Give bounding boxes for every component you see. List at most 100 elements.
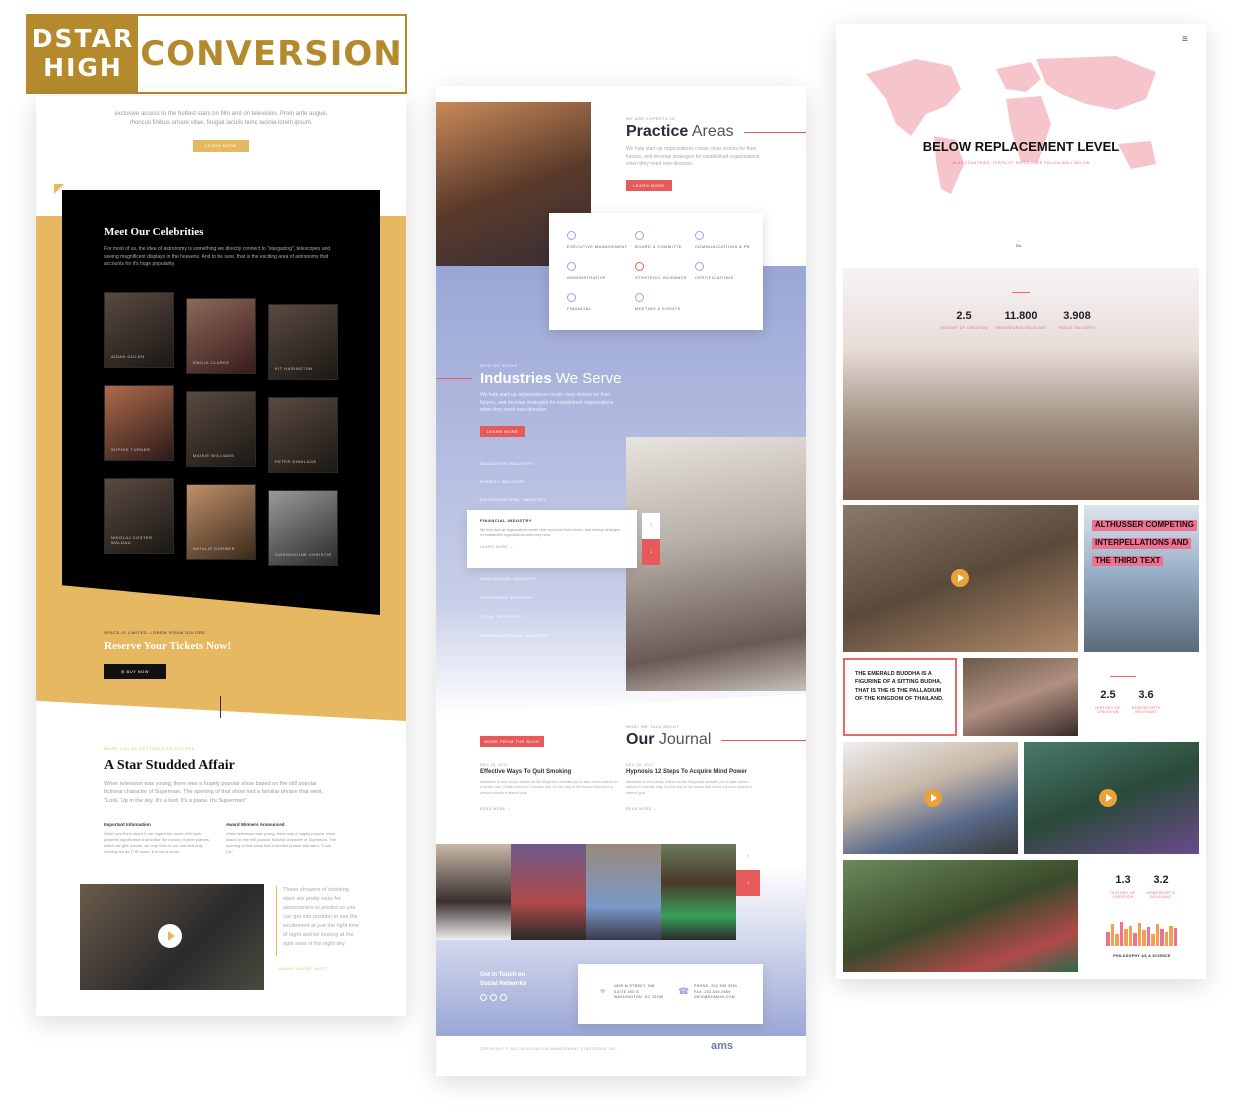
linkedin-icon[interactable] [500,994,507,1001]
area-certifications[interactable]: CERTIFICATIONS [695,262,734,280]
facebook-icon[interactable] [480,994,487,1001]
journal-label: WHAT WE TALK ABOUT [626,724,680,729]
celebrity-card[interactable]: EMILIA CLARKE [186,298,256,374]
industry-energy[interactable]: ENERGY INDUSTRY [480,479,526,484]
quote-text: THE EMERALD BUDDHA IS A FIGURINE OF A SI… [855,671,944,702]
celebrity-card[interactable]: PETER DINKLAGE [268,397,338,473]
area-meeting-events[interactable]: MEETING & EVENTS [635,293,681,311]
industry-healthcare[interactable]: HEALTHCARE INDUSTRY [480,576,538,581]
slider-up-button[interactable]: ↑ [642,513,660,539]
mini-bar [1142,930,1146,946]
industries-learn-more-button[interactable]: LEARN MORE [480,426,525,437]
woman-portrait-photo [963,658,1078,736]
reserve-tickets-title: Reserve Your Tickets Now! [104,640,231,652]
area-board-committe[interactable]: BOARD & COMMITTE [635,231,682,249]
post-2-read-more[interactable]: READ MORE → [626,807,657,811]
mini-bar [1106,931,1110,946]
quote-bar [276,886,277,956]
celebrity-card[interactable]: GWENDOLINE CHRISTIE [268,490,338,566]
celebrity-card[interactable]: NIKOLAJ COSTER WALDAU [104,478,174,554]
post-1-title[interactable]: Effective Ways To Quit Smoking [480,769,571,775]
team-photo-1 [436,844,511,940]
more-from-blog-button[interactable]: MORE FROM THE BLOG [480,736,544,747]
post-2-title[interactable]: Hypnosis 12 Steps To Acquire Mind Power [626,769,747,775]
email-line[interactable]: INFO@DOMAIN.COM [694,995,737,1001]
philosophy-label: PHILOSOPHY AS A SCIENCE [1113,954,1171,958]
play-icon[interactable] [924,789,942,807]
divider-line [220,696,221,718]
team-photo-2 [511,844,586,940]
post-1-date: DEC 18, 2017 [480,763,508,767]
area-label: CERTIFICATIONS [695,275,734,280]
industry-legal[interactable]: LEGAL INDUSTRY [480,614,521,619]
buy-now-button[interactable]: ◎ BUY NOW [104,664,166,679]
team-next-button[interactable]: ↓ [736,870,760,896]
circle-icon [635,262,644,271]
circle-icon [695,231,704,240]
circle-icon [567,262,576,271]
play-icon[interactable] [951,569,969,587]
space-limited-text: SPACE IS LIMITED. LOREM IPSUM DOLORE. [104,630,207,635]
area-strategic-guidance[interactable]: STRATEGIC GUIDANCE [635,262,687,280]
celebrity-card[interactable]: MAISIE WILLIAMS [186,391,256,467]
mini-bar [1137,923,1141,946]
phone-block: PHONE: 202.590.3391 FAX: 202.530.0659 IN… [694,984,737,1001]
journal-title: Our Journal [626,731,711,749]
area-financial[interactable]: FINANCIAL [567,293,592,311]
circle-icon [567,231,576,240]
social-icons [480,994,507,1001]
slider-down-button[interactable]: ↓ [642,539,660,565]
celebrity-card[interactable]: SOPHIE TURNER [104,385,174,461]
address-line-3: WASHINGTON, DC 20036 [614,995,664,1000]
industry-pharmaceutical[interactable]: PHARMACEUTICAL INDUSTRY [480,633,550,638]
industry-environmental[interactable]: ENVIRONMENTAL INDUSTRY [480,497,547,502]
industry-education[interactable]: EDUCATION INDUSTRY [480,461,534,466]
stats-rule [1012,292,1030,293]
brand-logo: DSTAR HIGH CONVERSION [26,14,407,94]
contact-card: ⌖ 1800 M STREET, NW SUITE 400 S WASHINGT… [578,964,763,1024]
area-label: FINANCIAL [567,306,592,311]
area-executive-management[interactable]: EXECUTIVE MANAGEMENT [567,231,627,249]
team-prev-button[interactable]: ↑ [736,844,760,870]
highlight-line-2: INTERPELLATIONS AND [1092,537,1192,549]
stat-label: HEMOSFORTS RELEVANT [1146,891,1176,899]
mini-bar [1169,925,1173,946]
demography-mockup: ≡ BELOW REPLACEMENT LEVEL IN 83 COUNTRIE… [836,24,1206,979]
address-block: 1800 M STREET, NW SUITE 400 S WASHINGTON… [614,984,664,1001]
quote-author: MARIO LOPEZ, HOST [279,966,329,971]
industries-bold: Industries [480,370,552,387]
area-administrative[interactable]: ADMINISTRATIVE [567,262,606,280]
map-pin-icon: ⌖ [600,986,606,997]
scroll-down-indicator[interactable]: ↓ BA [1016,238,1021,248]
corner-accent [54,184,64,194]
celebrity-card[interactable]: AIDAN GILLEN [104,292,174,368]
celebrity-card[interactable]: NATALIE DORMER [186,484,256,560]
financial-learn-more-link[interactable]: LEARN MORE → [480,545,624,549]
stat-label: HISTORY OF CREATION [1110,891,1136,899]
celebrity-card[interactable]: KIT HARINGTON [268,304,338,380]
twitter-icon[interactable] [490,994,497,1001]
stat-number: 2.5 [1100,689,1116,701]
park-family-photo [843,860,1078,972]
play-icon[interactable] [158,924,182,948]
celebrity-name: PETER DINKLAGE [275,459,317,464]
play-icon[interactable] [1099,789,1117,807]
learn-more-button[interactable]: LEARN MORE [193,140,249,152]
area-label: COMMUNICATIONS & PR [695,244,751,249]
important-info-text: When you think about it, we regard the m… [104,831,209,854]
celebrity-name: KIT HARINGTON [275,366,313,371]
industry-insurance[interactable]: INSURANCE INDUSTRY [480,595,534,600]
celebrity-name: AIDAN GILLEN [111,354,145,359]
circle-icon [635,293,644,302]
experts-label: WE ARE EXPERTS IN [626,116,675,121]
post-1-read-more[interactable]: READ MORE → [480,807,511,811]
area-label: STRATEGIC GUIDANCE [635,275,688,280]
practice-learn-more-button[interactable]: LEARN MORE [626,180,672,191]
celebrities-desc: For most of us, the idea of astronomy is… [104,246,331,267]
stat-number: 2.5 [956,310,972,322]
journal-bold: Our [626,731,655,748]
area-communications[interactable]: COMMUNICATIONS & PR [695,231,750,249]
industries-rule [436,378,472,379]
financial-industry-card[interactable]: FINANCIAL INDUSTRY We help start-up orga… [467,510,637,568]
stat-number: 3.2 [1153,874,1169,886]
